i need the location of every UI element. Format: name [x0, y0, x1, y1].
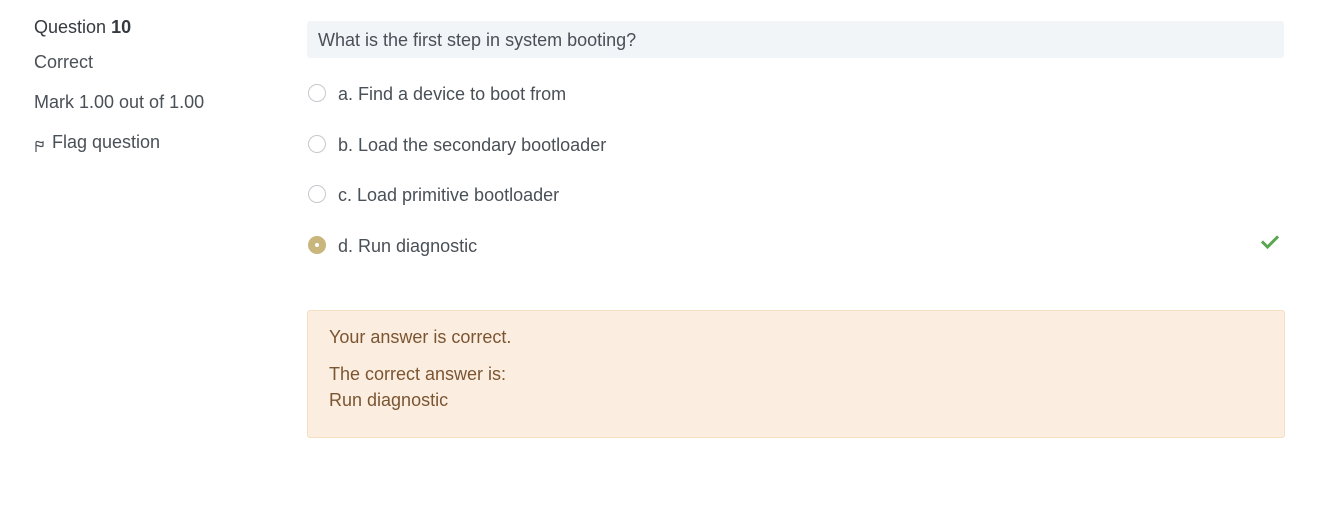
answer-option-a[interactable]: a. Find a device to boot from — [307, 82, 1284, 133]
question-number: Question 10 — [34, 14, 274, 40]
answer-radio-d[interactable] — [308, 236, 326, 255]
answer-radio-b[interactable] — [308, 134, 326, 153]
question-info: Question 10 Correct Mark 1.00 out of 1.0… — [34, 14, 274, 155]
flag-icon — [35, 140, 44, 152]
question-label: Question — [34, 17, 107, 37]
flag-question-link[interactable]: Flag question — [34, 129, 274, 155]
answer-label-b[interactable]: b. Load the secondary bootloader — [338, 133, 606, 157]
answer-label-c[interactable]: c. Load primitive bootloader — [338, 183, 559, 207]
specific-feedback: Your answer is correct. — [329, 327, 512, 347]
right-answer-label: The correct answer is: — [329, 364, 507, 384]
answer-list: a. Find a device to boot from b. Load th… — [307, 82, 1284, 285]
question-content: What is the first step in system booting… — [307, 21, 1284, 285]
question-number-value: 10 — [111, 17, 132, 37]
answer-option-c[interactable]: c. Load primitive bootloader — [307, 183, 1284, 234]
right-answer-value: Run diagnostic — [329, 390, 449, 410]
question-text: What is the first step in system booting… — [307, 21, 1284, 58]
answer-option-b[interactable]: b. Load the secondary bootloader — [307, 133, 1284, 184]
check-icon — [1261, 235, 1279, 250]
question-state: Correct — [34, 52, 94, 72]
question-grade: Mark 1.00 out of 1.00 — [34, 92, 205, 112]
answer-label-a[interactable]: a. Find a device to boot from — [338, 82, 566, 106]
answer-radio-a[interactable] — [308, 84, 326, 102]
feedback-panel: Your answer is correct. The correct answ… — [307, 310, 1285, 438]
answer-option-d[interactable]: d. Run diagnostic — [307, 234, 1284, 285]
flag-question-label: Flag question — [52, 132, 161, 152]
answer-label-d[interactable]: d. Run diagnostic — [338, 234, 477, 258]
answer-radio-c[interactable] — [308, 185, 326, 204]
